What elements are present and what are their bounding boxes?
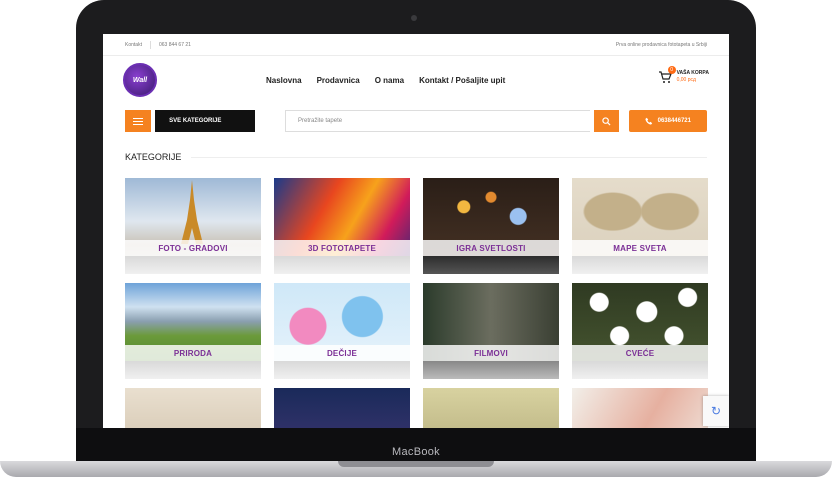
category-tile[interactable] [423,388,559,428]
logo[interactable]: Wall [123,63,157,97]
nav-item-prodavnica[interactable]: Prodavnica [317,76,360,85]
category-tile[interactable]: 3D FOTOTAPETE [274,178,410,274]
all-categories-button[interactable]: SVE KATEGORIJE [155,110,256,132]
category-label: DEČIJE [274,345,410,361]
category-tile[interactable]: CVEĆE [572,283,708,379]
phone-icon [645,117,652,125]
laptop-notch [338,461,494,467]
contact-link[interactable]: Kontakt [125,42,142,48]
topbar-tagline: Prva online prodavnica fototapeta u Srbi… [615,41,707,48]
category-tile[interactable]: FOTO - GRADOVI [125,178,261,274]
category-label: PRIRODA [125,345,261,361]
phone-button-label: 0638446721 [657,118,691,124]
recaptcha-icon[interactable]: ↻ [703,396,729,426]
category-tile[interactable]: PRIRODA [125,283,261,379]
cart-price: 0,00 рсд [676,77,696,83]
divider [191,156,707,158]
cart-count-badge: 0 [667,66,676,74]
section-title: KATEGORIJE [125,152,182,162]
category-tile[interactable]: IGRA SVETLOSTI [423,178,559,274]
phone-button[interactable]: 0638446721 [628,110,708,132]
search-input[interactable]: Pretražite tapete [285,110,591,132]
cart-label: VAŠA KORPA [676,70,709,76]
divider [149,40,151,49]
hamburger-icon[interactable] [125,110,152,132]
category-label: FILMOVI [423,345,559,361]
category-tile[interactable] [572,388,708,428]
camera-dot [411,15,417,21]
device-brand-label: MacBook [392,446,440,458]
site-header: Wall Naslovna Prodavnica O nama Kontakt … [103,56,729,104]
category-tile[interactable]: MAPE SVETA [572,178,708,274]
laptop-mockup: Kontakt 063 844 67 21 Prva online prodav… [0,0,832,494]
category-label: CVEĆE [572,345,708,361]
search-icon[interactable] [594,110,619,132]
screen: Kontakt 063 844 67 21 Prva online prodav… [103,34,729,428]
category-tile[interactable] [125,388,261,428]
category-tile[interactable]: DEČIJE [274,283,410,379]
categories-section: KATEGORIJE FOTO - GRADOVI 3D FOTOTAPETE … [103,138,729,428]
logo-text: Wall [132,76,148,84]
cart-icon[interactable]: 0 [658,66,676,84]
topbar-phone[interactable]: 063 844 67 21 [159,42,191,48]
category-label: MAPE SVETA [572,240,708,256]
category-label: IGRA SVETLOSTI [423,240,559,256]
nav-item-kontakt[interactable]: Kontakt / Pošaljite upit [419,76,505,85]
category-label: FOTO - GRADOVI [125,240,261,256]
category-tile[interactable] [274,388,410,428]
top-bar: Kontakt 063 844 67 21 Prva online prodav… [103,34,729,56]
cart-widget[interactable]: 0 VAŠA KORPA 0,00 рсд [658,66,709,84]
category-grid: FOTO - GRADOVI 3D FOTOTAPETE IGRA SVETLO… [125,178,708,428]
nav-item-naslovna[interactable]: Naslovna [266,76,302,85]
main-nav: Naslovna Prodavnica O nama Kontakt / Poš… [266,56,505,104]
category-label: 3D FOTOTAPETE [274,240,410,256]
nav-item-o-nama[interactable]: O nama [375,76,404,85]
category-tile[interactable]: FILMOVI [423,283,559,379]
search-row: SVE KATEGORIJE Pretražite tapete 0638446… [103,104,729,138]
